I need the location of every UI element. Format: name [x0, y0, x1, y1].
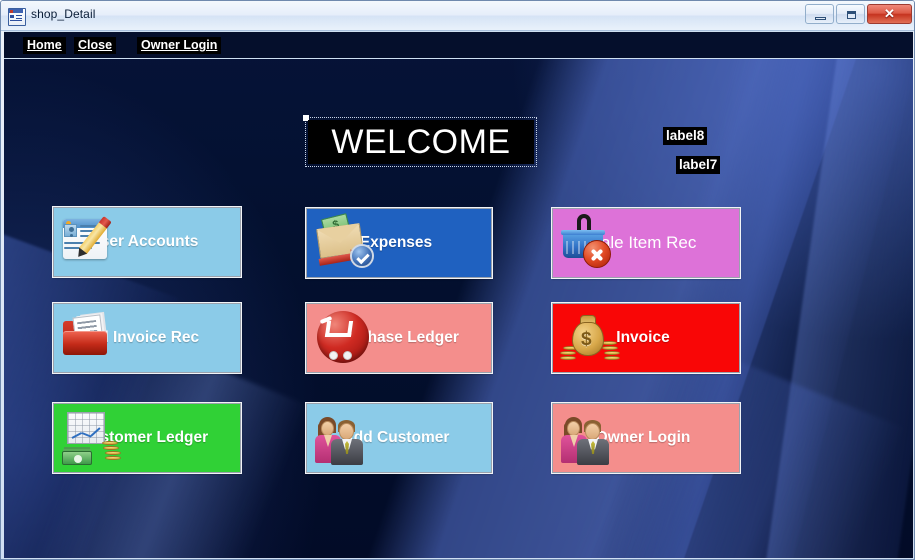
form-designer-icon: [8, 8, 26, 26]
welcome-label-selection[interactable]: WELCOME: [303, 115, 537, 167]
button-expenses[interactable]: Expenses: [305, 207, 493, 279]
background-gradient: [4, 31, 913, 558]
sale-item-basket-icon: [559, 212, 621, 274]
menu-item-owner-login[interactable]: Owner Login: [137, 37, 222, 54]
minimize-button[interactable]: [805, 4, 834, 24]
application-window: shop_Detail ✕ Home Close Owner Login WEL…: [0, 0, 915, 560]
button-owner-login[interactable]: Owner Login: [551, 402, 741, 474]
button-purchase-ledger[interactable]: Purchase Ledger: [305, 302, 493, 374]
money-bag-icon: $: [559, 307, 621, 369]
two-people-icon: [313, 407, 375, 469]
window-controls: ✕: [805, 4, 912, 24]
invoice-folder-icon: [60, 307, 122, 369]
menu-item-home[interactable]: Home: [23, 37, 66, 54]
window-title: shop_Detail: [31, 7, 96, 21]
title-bar: shop_Detail ✕: [1, 1, 914, 31]
minimize-icon: [815, 17, 826, 20]
expenses-envelope-icon: [313, 212, 375, 274]
menu-strip: Home Close Owner Login: [4, 31, 913, 59]
button-invoice[interactable]: $ Invoice: [551, 302, 741, 374]
close-button[interactable]: ✕: [867, 4, 912, 24]
label8: label8: [663, 127, 708, 145]
button-all-invoice-rec[interactable]: All Invoice Rec: [52, 302, 242, 374]
user-accounts-icon: [60, 211, 122, 273]
button-customer-ledger[interactable]: Customer Ledger: [52, 402, 242, 474]
menu-item-close[interactable]: Close: [74, 37, 117, 54]
button-user-accounts[interactable]: User Accounts: [52, 206, 242, 278]
label7: label7: [676, 156, 721, 174]
maximize-icon: [847, 11, 856, 19]
shopping-cart-icon: [313, 307, 375, 369]
form-client-area: Home Close Owner Login WELCOME label8 la…: [4, 31, 913, 558]
close-icon: ✕: [884, 6, 895, 21]
two-people-icon: [559, 407, 621, 469]
button-add-customer[interactable]: Add Customer: [305, 402, 493, 474]
chart-cash-icon: [60, 407, 122, 469]
maximize-button[interactable]: [836, 4, 865, 24]
welcome-label: WELCOME: [308, 120, 534, 164]
button-sale-item-rec[interactable]: Sale Item Rec: [551, 207, 741, 279]
